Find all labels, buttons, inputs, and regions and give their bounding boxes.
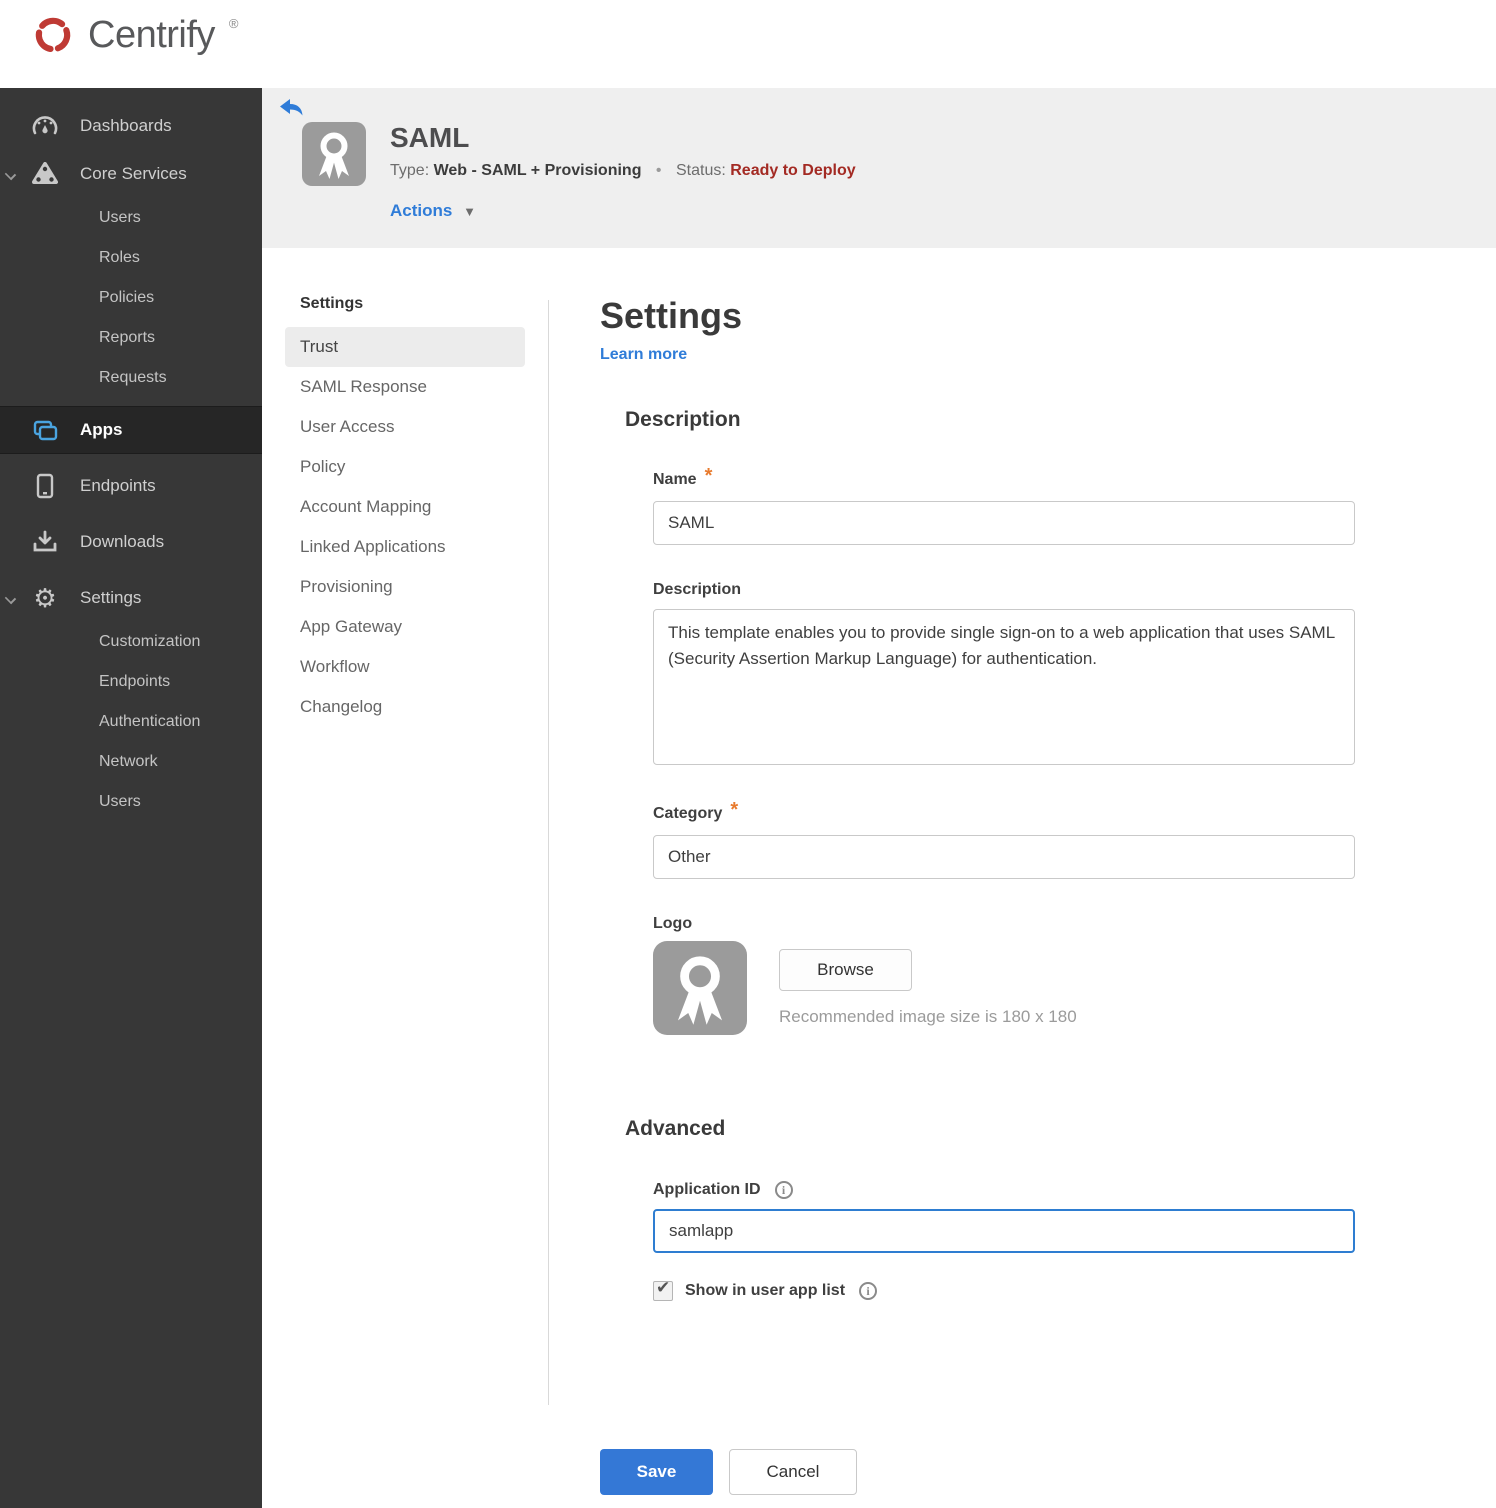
cancel-button[interactable]: Cancel xyxy=(729,1449,857,1495)
required-asterisk: * xyxy=(730,799,739,821)
dot-separator: • xyxy=(655,162,662,179)
settings-subnav: Settings Trust SAML Response User Access… xyxy=(285,295,525,727)
apps-icon xyxy=(30,418,60,442)
description-section-heading: Description xyxy=(625,408,741,431)
show-in-user-app-list-label: Show in user app list xyxy=(685,1282,846,1299)
actions-dropdown[interactable]: Actions ▼ xyxy=(390,201,476,221)
logo-size-hint: Recommended image size is 180 x 180 xyxy=(779,1007,1077,1026)
gear-icon: ⚙ xyxy=(33,583,57,613)
brand-logo[interactable]: Centrify ® xyxy=(30,12,239,58)
sidebar-item-apps[interactable]: Apps xyxy=(0,406,262,454)
mobile-icon xyxy=(30,473,60,499)
browse-button[interactable]: Browse xyxy=(779,949,912,991)
logo-row: Browse Recommended image size is 180 x 1… xyxy=(653,941,1370,1035)
brand-name: Centrify xyxy=(88,13,215,56)
sidebar-item-label: Downloads xyxy=(80,532,165,551)
show-in-user-app-list-row: ✔ Show in user app list i xyxy=(653,1278,1370,1301)
subnav-item-policy[interactable]: Policy xyxy=(285,447,525,487)
sidebar-subitem-requests[interactable]: Requests xyxy=(0,358,262,398)
sidebar-subitem-roles[interactable]: Roles xyxy=(0,238,262,278)
status-label: Status: xyxy=(675,162,726,179)
vertical-divider xyxy=(548,300,549,1405)
registered-mark: ® xyxy=(228,15,239,31)
show-in-user-app-list-checkbox[interactable]: ✔ xyxy=(653,1278,673,1301)
page: Centrify ® Dashboards Core Services User… xyxy=(0,0,1496,1508)
gauge-icon xyxy=(30,114,60,138)
sidebar-item-endpoints[interactable]: Endpoints xyxy=(0,462,262,510)
sidebar-subitem-customization[interactable]: Customization xyxy=(0,622,262,662)
sidebar-item-downloads[interactable]: Downloads xyxy=(0,518,262,566)
name-input[interactable] xyxy=(653,501,1355,545)
subnav-item-trust[interactable]: Trust xyxy=(285,327,525,367)
subnav-item-user-access[interactable]: User Access xyxy=(285,407,525,447)
subnav-item-workflow[interactable]: Workflow xyxy=(285,647,525,687)
type-label: Type: xyxy=(390,162,430,179)
category-label: Category xyxy=(653,804,723,822)
type-value: Web - SAML + Provisioning xyxy=(433,162,642,179)
sidebar: Dashboards Core Services Users Roles Pol… xyxy=(0,88,262,1508)
chevron-down-icon[interactable] xyxy=(4,168,17,181)
sidebar-item-core-services[interactable]: Core Services xyxy=(0,150,262,198)
name-label-row: Name * xyxy=(653,465,1370,491)
sidebar-subitem-policies[interactable]: Policies xyxy=(0,278,262,318)
application-id-input[interactable] xyxy=(653,1209,1355,1253)
logo-label-row: Logo xyxy=(653,915,1370,933)
description-textarea[interactable]: This template enables you to provide sin… xyxy=(653,609,1355,765)
sidebar-subitem-network[interactable]: Network xyxy=(0,742,262,782)
required-asterisk: * xyxy=(704,465,713,487)
description-label: Description xyxy=(653,581,742,598)
core-services-icon xyxy=(30,162,60,186)
subnav-item-account-mapping[interactable]: Account Mapping xyxy=(285,487,525,527)
save-button[interactable]: Save xyxy=(600,1449,713,1495)
top-bar: Centrify ® xyxy=(0,0,1496,88)
sidebar-subitem-users[interactable]: Users xyxy=(0,198,262,238)
sidebar-subitem-endpoints[interactable]: Endpoints xyxy=(0,662,262,702)
info-icon[interactable]: i xyxy=(859,1282,878,1300)
page-title: Settings xyxy=(600,295,743,336)
actions-label: Actions xyxy=(390,201,453,220)
description-label-row: Description xyxy=(653,581,1370,599)
subnav-item-app-gateway[interactable]: App Gateway xyxy=(285,607,525,647)
chevron-down-icon[interactable] xyxy=(4,592,17,605)
category-label-row: Category * xyxy=(653,799,1370,825)
status-value: Ready to Deploy xyxy=(730,162,856,179)
sidebar-subitem-authentication[interactable]: Authentication xyxy=(0,702,262,742)
subnav-item-changelog[interactable]: Changelog xyxy=(285,687,525,727)
app-title: SAML xyxy=(390,122,470,153)
logo-preview-badge xyxy=(653,941,747,1035)
advanced-section-heading: Advanced xyxy=(625,1117,726,1140)
category-input[interactable] xyxy=(653,835,1355,879)
subnav-item-saml-response[interactable]: SAML Response xyxy=(285,367,525,407)
app-meta: Type: Web - SAML + Provisioning • Status… xyxy=(390,162,856,180)
sidebar-item-label: Core Services xyxy=(80,164,187,183)
subnav-item-provisioning[interactable]: Provisioning xyxy=(285,567,525,607)
application-id-label-row: Application ID i xyxy=(653,1181,1370,1199)
learn-more-link[interactable]: Learn more xyxy=(600,346,687,364)
info-icon[interactable]: i xyxy=(774,1181,793,1199)
download-icon xyxy=(30,530,60,554)
sidebar-item-label: Apps xyxy=(80,420,123,439)
back-arrow-icon[interactable] xyxy=(278,96,304,120)
name-label: Name xyxy=(653,470,697,488)
app-header: SAML Type: Web - SAML + Provisioning • S… xyxy=(262,88,1496,248)
sidebar-item-label: Endpoints xyxy=(80,476,156,495)
logo-label: Logo xyxy=(653,915,693,932)
application-id-label: Application ID xyxy=(653,1181,761,1198)
dropdown-arrow-icon: ▼ xyxy=(463,204,476,219)
sidebar-item-label: Settings xyxy=(80,588,142,607)
settings-form: Settings Learn more Description Name * D… xyxy=(600,248,1370,1495)
sidebar-subitem-reports[interactable]: Reports xyxy=(0,318,262,358)
form-buttons: Save Cancel xyxy=(600,1449,1370,1495)
sidebar-item-dashboards[interactable]: Dashboards xyxy=(0,102,262,150)
sidebar-item-settings[interactable]: ⚙ Settings xyxy=(0,574,262,622)
centrify-swirl-icon xyxy=(35,17,71,53)
app-logo-badge xyxy=(302,122,366,186)
subnav-item-linked-applications[interactable]: Linked Applications xyxy=(285,527,525,567)
checkmark-icon: ✔ xyxy=(656,1278,671,1297)
subnav-header: Settings xyxy=(300,295,364,312)
sidebar-subitem-users[interactable]: Users xyxy=(0,782,262,822)
sidebar-item-label: Dashboards xyxy=(80,116,172,135)
